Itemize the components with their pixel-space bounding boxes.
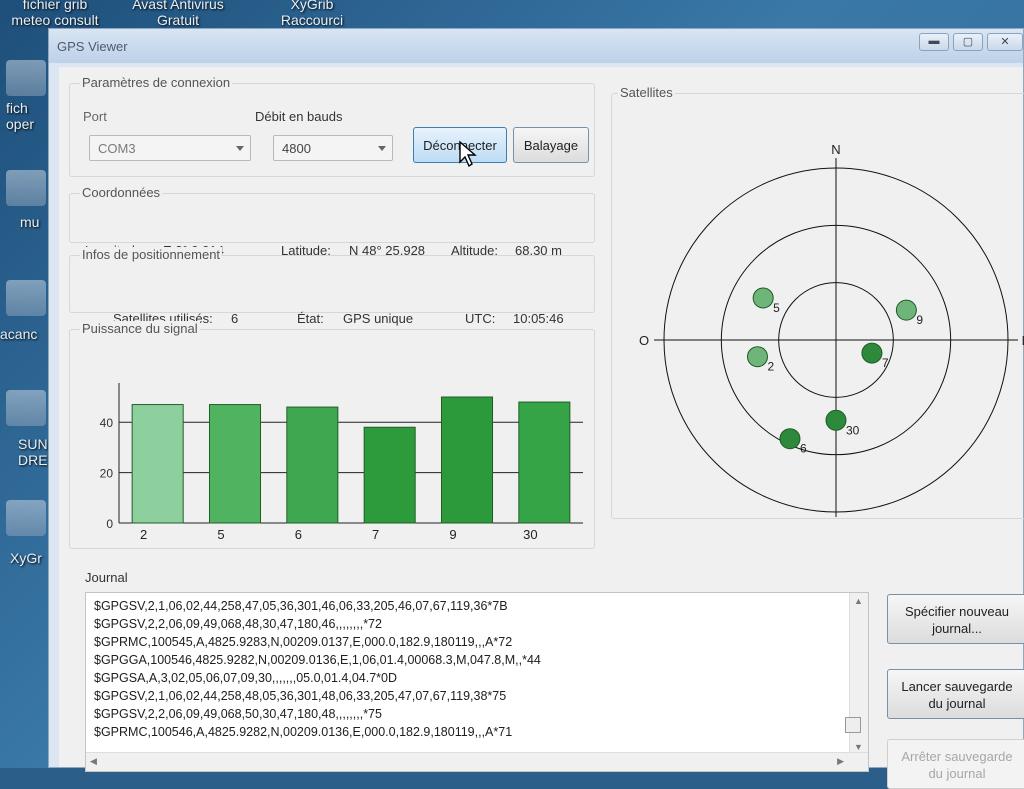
baud-select[interactable]: 4800 bbox=[273, 135, 393, 161]
x-tick-label: 30 bbox=[523, 527, 537, 542]
port-select[interactable]: COM3 bbox=[89, 135, 251, 161]
satellites-used-value: 6 bbox=[231, 311, 239, 326]
positioning-group: Infos de positionnement bbox=[69, 247, 595, 313]
journal-line: $GPRMC,100546,A,4825.9282,N,00209.0136,E… bbox=[94, 725, 513, 739]
journal-line: $GPGGA,100546,4825.9282,N,00209.0136,E,1… bbox=[94, 653, 541, 667]
journal-line: $GPRMC,100545,A,4825.9283,N,00209.0137,E… bbox=[94, 635, 513, 649]
scan-button[interactable]: Balayage bbox=[513, 127, 589, 163]
satellite-id-label: 5 bbox=[773, 301, 780, 315]
baud-label: Débit en bauds bbox=[255, 109, 343, 124]
desktop-icon-mu[interactable] bbox=[6, 170, 46, 206]
scroll-down-icon[interactable]: ▼ bbox=[854, 742, 863, 752]
close-button[interactable]: ✕ bbox=[987, 33, 1023, 51]
satellite-id-label: 2 bbox=[767, 360, 774, 374]
port-value: COM3 bbox=[98, 141, 136, 156]
state-label: État: bbox=[297, 311, 324, 326]
coordinates-group-label: Coordonnées bbox=[80, 185, 163, 200]
y-tick-label: 40 bbox=[100, 416, 114, 430]
satellites-group-label: Satellites bbox=[618, 85, 675, 100]
scroll-right-icon[interactable]: ▶ bbox=[837, 756, 844, 767]
signal-bar bbox=[440, 396, 494, 524]
signal-bar bbox=[518, 401, 571, 524]
journal-label: Journal bbox=[85, 570, 128, 585]
desktop-icon-label-grib[interactable]: fichier grib meteo consult bbox=[0, 0, 110, 28]
start-log-button[interactable]: Lancer sauvegarde du journal bbox=[887, 669, 1024, 719]
client-area: Paramètres de connexion Port COM3 Débit … bbox=[59, 67, 1024, 789]
y-tick-label: 20 bbox=[100, 467, 114, 481]
port-label: Port bbox=[83, 109, 107, 124]
satellite-dot[interactable] bbox=[779, 428, 801, 450]
journal-line: $GPGSV,2,1,06,02,44,258,48,05,36,301,48,… bbox=[94, 689, 507, 703]
x-tick-label: 9 bbox=[449, 527, 456, 542]
desktop-icon-file[interactable] bbox=[6, 60, 46, 96]
state-value: GPS unique bbox=[343, 311, 414, 326]
window-title: GPS Viewer bbox=[57, 39, 128, 54]
signal-chart: 0 20 40 2 5 6 7 9 30 bbox=[100, 383, 583, 542]
connection-group-label: Paramètres de connexion bbox=[80, 75, 233, 90]
desktop-icon-sun[interactable] bbox=[6, 390, 46, 426]
scroll-up-icon[interactable]: ▲ bbox=[854, 596, 863, 606]
signal-bar bbox=[286, 406, 339, 524]
satellite-id-label: 6 bbox=[800, 442, 807, 456]
chevron-down-icon bbox=[236, 146, 244, 151]
journal-line: $GPGSV,2,1,06,02,44,258,47,05,36,301,46,… bbox=[94, 599, 508, 613]
x-tick-label: 7 bbox=[372, 527, 379, 542]
baud-value: 4800 bbox=[282, 141, 311, 156]
x-tick-label: 6 bbox=[295, 527, 302, 542]
desktop-icon-label-xygrib[interactable]: XyGrib Raccourci bbox=[262, 0, 362, 28]
compass-west: O bbox=[639, 333, 649, 348]
x-tick-label: 2 bbox=[140, 527, 147, 542]
scroll-left-icon[interactable]: ◀ bbox=[90, 756, 97, 767]
scan-button-label: Balayage bbox=[523, 138, 579, 153]
utc-value: 10:05:46 bbox=[513, 311, 564, 326]
satellite-id-label: 9 bbox=[916, 313, 923, 327]
satellite-dot[interactable] bbox=[895, 299, 917, 321]
signal-bar bbox=[208, 404, 262, 524]
desktop-icon-label-xygr[interactable]: XyGr bbox=[10, 550, 50, 566]
satellite-dot[interactable] bbox=[825, 409, 847, 431]
desktop-icon-vacances[interactable] bbox=[6, 280, 46, 316]
satellite-dot[interactable] bbox=[861, 342, 883, 364]
minimize-button[interactable]: ▬ bbox=[919, 33, 949, 51]
compass-north: N bbox=[831, 142, 840, 157]
utc-label: UTC: bbox=[465, 311, 496, 326]
maximize-icon: ▢ bbox=[962, 36, 974, 48]
desktop-icon-label-fich[interactable]: fich oper bbox=[6, 100, 46, 132]
title-bar[interactable]: GPS Viewer ▬ ▢ ✕ bbox=[49, 29, 1023, 63]
desktop-icon-label-avast[interactable]: Avast Antivirus Gratuit bbox=[118, 0, 238, 28]
satellite-id-label: 7 bbox=[882, 356, 889, 370]
stop-log-button-label: Arrêter sauvegarde du journal bbox=[901, 749, 1013, 781]
desktop-icon-label-sun[interactable]: SUN DRE bbox=[18, 436, 48, 468]
desktop-icon-xygrib2[interactable] bbox=[6, 500, 46, 536]
chevron-down-icon bbox=[378, 146, 386, 151]
sky-plot: NSEO5927306 bbox=[639, 142, 1024, 517]
positioning-group-label: Infos de positionnement bbox=[80, 247, 223, 262]
signal-bar bbox=[363, 426, 416, 524]
close-icon: ✕ bbox=[1000, 36, 1010, 48]
journal-horizontal-scrollbar[interactable]: ◀ ▶ bbox=[86, 752, 868, 771]
minimize-icon: ▬ bbox=[928, 35, 940, 47]
maximize-button[interactable]: ▢ bbox=[953, 33, 983, 51]
signal-bar bbox=[131, 404, 184, 524]
satellite-id-label: 30 bbox=[846, 423, 860, 437]
signal-group-label: Puissance du signal bbox=[80, 321, 200, 336]
journal-line: $GPGSV,2,2,06,09,49,068,50,30,47,180,48,… bbox=[94, 707, 382, 721]
stop-log-button[interactable]: Arrêter sauvegarde du journal bbox=[887, 739, 1024, 789]
journal-log[interactable]: $GPGSV,2,1,06,02,44,258,47,05,36,301,46,… bbox=[85, 592, 869, 772]
gps-viewer-window: GPS Viewer ▬ ▢ ✕ Paramètres de connexion… bbox=[48, 28, 1024, 789]
coordinates-group: Coordonnées bbox=[69, 185, 595, 243]
new-log-button-label: Spécifier nouveau journal... bbox=[904, 604, 1010, 636]
journal-option-checkbox[interactable] bbox=[845, 717, 861, 733]
satellite-dot[interactable] bbox=[752, 287, 774, 309]
new-log-button[interactable]: Spécifier nouveau journal... bbox=[887, 594, 1024, 644]
desktop-icon-label-acanc[interactable]: acanc bbox=[0, 326, 48, 342]
start-log-button-label: Lancer sauvegarde du journal bbox=[901, 679, 1013, 711]
journal-line: $GPGSA,A,3,02,05,06,07,09,30,,,,,,,05.0,… bbox=[94, 671, 397, 685]
x-tick-label: 5 bbox=[217, 527, 224, 542]
y-tick-label: 0 bbox=[106, 517, 113, 531]
satellite-dot[interactable] bbox=[746, 346, 768, 368]
journal-line: $GPGSV,2,2,06,09,49,068,48,30,47,180,46,… bbox=[94, 617, 382, 631]
mouse-cursor-icon bbox=[459, 140, 477, 168]
desktop-icon-label-mu[interactable]: mu bbox=[20, 214, 50, 230]
